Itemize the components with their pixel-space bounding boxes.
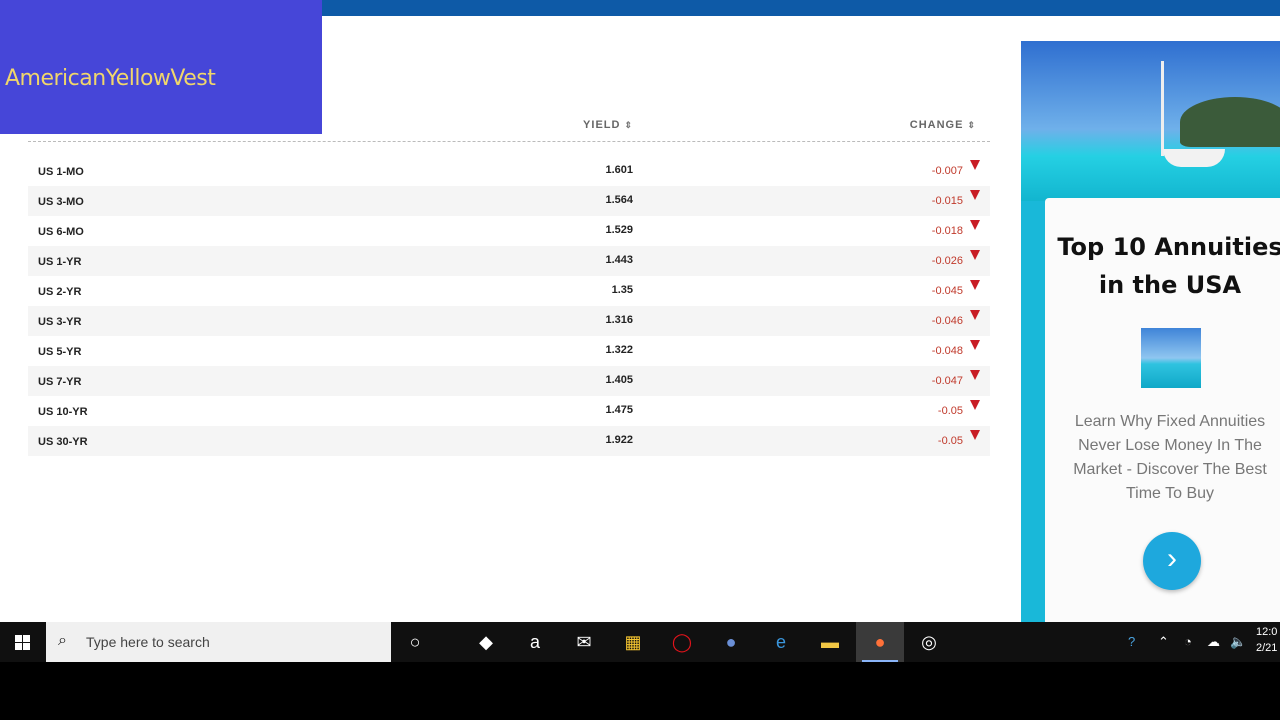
change-value: -0.047 <box>931 375 963 387</box>
table-row[interactable]: US 7-YR 1.405 -0.047 <box>28 366 990 396</box>
start-button[interactable] <box>0 622 46 662</box>
down-arrow-icon <box>970 250 980 260</box>
change-value: -0.05 <box>937 435 963 447</box>
yield-value: 1.443 <box>605 254 633 266</box>
yield-value: 1.322 <box>605 344 633 356</box>
yield-value: 1.316 <box>605 314 633 326</box>
yield-value: 1.529 <box>605 224 633 236</box>
system-clock[interactable]: 12:0 2/21 <box>1256 624 1277 656</box>
sort-icon: ⇕ <box>624 120 633 130</box>
yield-value: 1.564 <box>605 194 633 206</box>
change-value: -0.026 <box>931 255 963 267</box>
down-arrow-icon <box>970 190 980 200</box>
amazon-icon[interactable]: a <box>511 622 559 662</box>
instrument-name: US 3-MO <box>38 196 84 208</box>
table-row[interactable]: US 2-YR 1.35 -0.045 <box>28 276 990 306</box>
edge-icon[interactable]: e <box>757 622 805 662</box>
taskbar-search[interactable]: ⌕ Type here to search <box>46 622 391 662</box>
table-row[interactable]: US 1-YR 1.443 -0.026 <box>28 246 990 276</box>
ad-thumbnail <box>1141 328 1201 388</box>
change-value: -0.05 <box>937 405 963 417</box>
brand-name: AmericanYellowVest <box>5 66 216 91</box>
mail-icon[interactable]: ✉ <box>560 622 608 662</box>
treasury-yield-table: YIELD ⇕ CHANGE ⇕ US 1-MO 1.601 -0.007 US 3-M… <box>28 112 990 456</box>
instrument-name: US 3-YR <box>38 316 82 328</box>
change-column-header[interactable]: CHANGE ⇕ <box>910 119 976 131</box>
ad-photo <box>1021 41 1280 201</box>
search-placeholder: Type here to search <box>86 634 210 650</box>
opera-icon[interactable]: ◯ <box>658 622 706 662</box>
table-row[interactable]: US 1-MO 1.601 -0.007 <box>28 156 990 186</box>
down-arrow-icon <box>970 400 980 410</box>
cloud-icon[interactable]: ☁ <box>1207 622 1220 662</box>
network-icon[interactable]: ◔ <box>1184 622 1192 662</box>
table-row[interactable]: US 10-YR 1.475 -0.05 <box>28 396 990 426</box>
down-arrow-icon <box>970 280 980 290</box>
store-icon[interactable]: ▦ <box>609 622 657 662</box>
instrument-name: US 5-YR <box>38 346 82 358</box>
instrument-name: US 30-YR <box>38 436 88 448</box>
instrument-name: US 10-YR <box>38 406 88 418</box>
dropbox-icon[interactable]: ◆ <box>462 622 510 662</box>
table-row[interactable]: US 3-MO 1.564 -0.015 <box>28 186 990 216</box>
instrument-name: US 2-YR <box>38 286 82 298</box>
search-icon: ⌕ <box>58 632 67 649</box>
ad-title: Top 10 Annuities in the USA <box>1057 233 1280 299</box>
ad-next-button[interactable]: › <box>1143 532 1201 590</box>
table-row[interactable]: US 6-MO 1.529 -0.018 <box>28 216 990 246</box>
yield-value: 1.601 <box>605 164 633 176</box>
sort-icon: ⇕ <box>967 120 976 130</box>
table-body: US 1-MO 1.601 -0.007 US 3-MO 1.564 -0.015 US… <box>28 156 990 456</box>
down-arrow-icon <box>970 160 980 170</box>
change-value: -0.018 <box>931 225 963 237</box>
change-value: -0.015 <box>931 195 963 207</box>
instrument-name: US 6-MO <box>38 226 84 238</box>
windows-taskbar: ⌕ Type here to search ○ ◆ a ✉ ▦ ◯ ● e ▬ … <box>0 622 1280 662</box>
yield-value: 1.405 <box>605 374 633 386</box>
instrument-name: US 7-YR <box>38 376 82 388</box>
table-row[interactable]: US 5-YR 1.322 -0.048 <box>28 336 990 366</box>
table-row[interactable]: US 3-YR 1.316 -0.046 <box>28 306 990 336</box>
cortana-icon[interactable]: ○ <box>391 622 439 662</box>
chevron-up-icon[interactable]: ⌃ <box>1158 622 1169 662</box>
obs-icon[interactable]: ◎ <box>905 622 953 662</box>
browser-viewport: AmericanYellowVest YIELD ⇕ CHANGE ⇕ US 1-M… <box>0 0 1280 622</box>
instrument-name: US 1-MO <box>38 166 84 178</box>
change-value: -0.048 <box>931 345 963 357</box>
table-header: YIELD ⇕ CHANGE ⇕ <box>28 112 990 142</box>
letterbox-bar <box>0 662 1280 720</box>
change-value: -0.007 <box>931 165 963 177</box>
ad-description: Learn Why Fixed Annuities Never Lose Mon… <box>1073 413 1267 502</box>
instrument-name: US 1-YR <box>38 256 82 268</box>
down-arrow-icon <box>970 340 980 350</box>
chevron-right-icon: › <box>1167 542 1177 575</box>
annuity-ad[interactable]: Top 10 Annuities in the USA Learn Why Fi… <box>1021 41 1280 622</box>
windows-logo-icon <box>15 635 30 650</box>
yield-column-header[interactable]: YIELD ⇕ <box>583 119 633 131</box>
volume-icon[interactable]: 🔈 <box>1230 622 1246 662</box>
yield-value: 1.35 <box>611 284 633 296</box>
yield-value: 1.475 <box>605 404 633 416</box>
change-value: -0.045 <box>931 285 963 297</box>
down-arrow-icon <box>970 370 980 380</box>
help-icon[interactable]: ? <box>1128 622 1135 662</box>
change-value: -0.046 <box>931 315 963 327</box>
down-arrow-icon <box>970 430 980 440</box>
down-arrow-icon <box>970 220 980 230</box>
file-explorer-icon[interactable]: ▬ <box>806 622 854 662</box>
ad-card: Top 10 Annuities in the USA Learn Why Fi… <box>1045 198 1280 622</box>
yield-value: 1.922 <box>605 434 633 446</box>
table-row[interactable]: US 30-YR 1.922 -0.05 <box>28 426 990 456</box>
down-arrow-icon <box>970 310 980 320</box>
firefox-icon[interactable]: ● <box>856 622 904 662</box>
app-icon[interactable]: ● <box>707 622 755 662</box>
